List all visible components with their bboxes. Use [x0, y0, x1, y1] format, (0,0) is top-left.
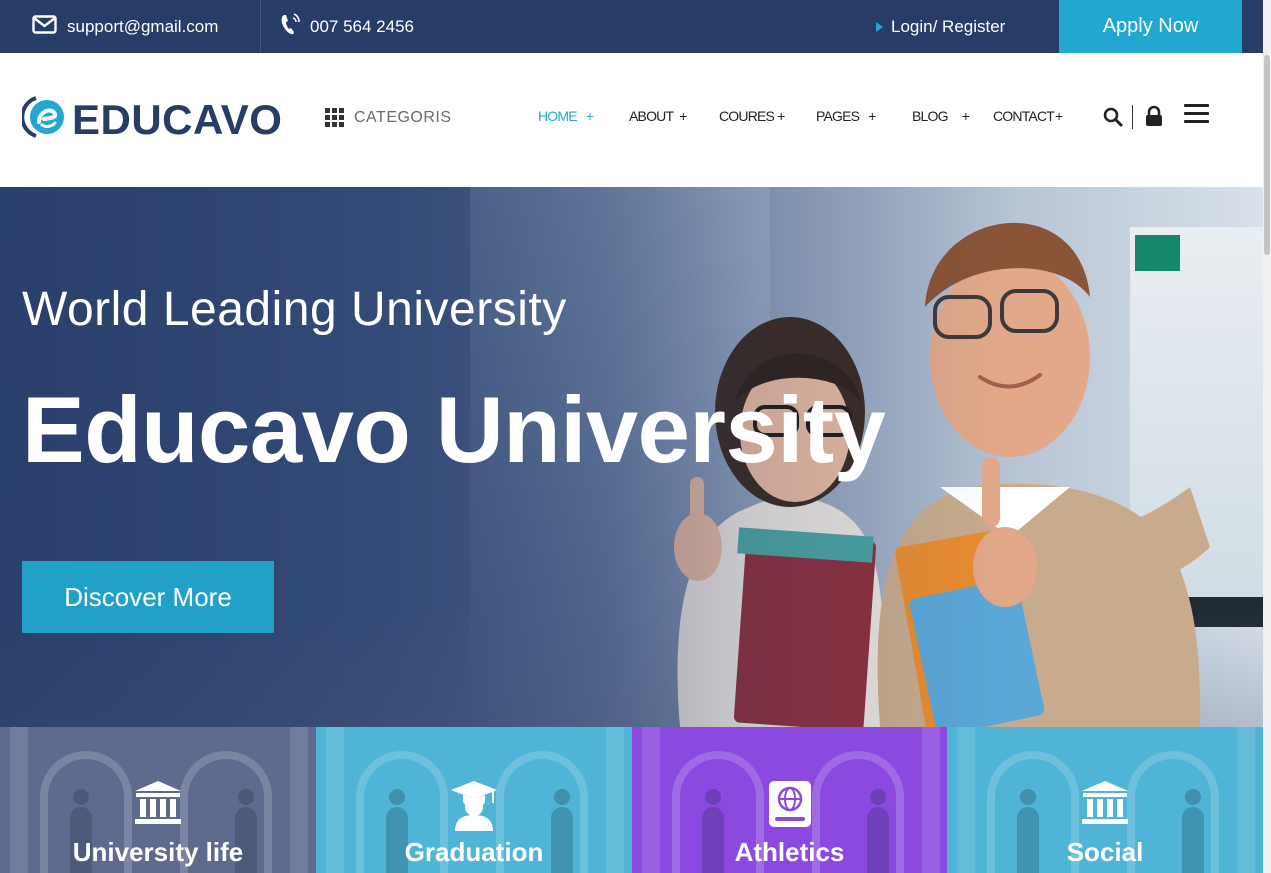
tile-person-head	[1020, 789, 1036, 805]
tile-person-head	[870, 789, 886, 805]
discover-more-button[interactable]: Discover More	[22, 561, 274, 633]
support-phone[interactable]: 007 564 2456	[280, 0, 414, 53]
nav-about[interactable]: ABOUT +	[629, 108, 687, 124]
feature-athletics[interactable]: Athletics	[632, 727, 947, 873]
logo-text: EDUCAVO	[72, 95, 283, 143]
tile-person-head	[73, 789, 89, 805]
tile-label: Graduation	[404, 837, 544, 867]
categories-label: CATEGORIS	[354, 108, 452, 126]
nav-blog-label: BLOG	[912, 108, 949, 124]
plus-icon: +	[679, 108, 688, 124]
categories-menu[interactable]: CATEGORIS	[325, 108, 452, 127]
nav-contact[interactable]: CONTACT+	[993, 108, 1063, 124]
envelope-icon	[32, 14, 57, 39]
search-icon[interactable]	[1103, 107, 1123, 132]
nav-about-label: ABOUT	[629, 108, 674, 124]
tile-label: Social	[1066, 837, 1144, 867]
hero-banner: World Leading University Educavo Univers…	[0, 187, 1263, 727]
topbar-divider	[260, 0, 261, 53]
scrollbar-thumb[interactable]	[1264, 55, 1270, 255]
lock-icon[interactable]	[1145, 105, 1163, 132]
nav-contact-label: CONTACT	[993, 108, 1055, 124]
tile-person-head	[389, 789, 405, 805]
tile-person-head	[554, 789, 570, 805]
grid-icon	[325, 108, 344, 127]
nav-pages[interactable]: PAGES +	[816, 108, 876, 124]
nav-pages-label: PAGES	[816, 108, 860, 124]
tile-label: University life	[72, 837, 244, 867]
university-icon	[133, 779, 183, 830]
plus-icon: +	[777, 108, 786, 124]
plus-icon: +	[868, 108, 877, 124]
feature-graduation[interactable]: Graduation	[316, 727, 632, 873]
hero-subtitle: World Leading University	[22, 283, 567, 336]
menu-hamburger-icon[interactable]	[1184, 103, 1210, 130]
graduation-icon	[449, 779, 499, 836]
nav-courses[interactable]: COURES +	[719, 108, 785, 124]
header-divider	[1132, 105, 1133, 129]
feature-social[interactable]: Social	[947, 727, 1263, 873]
nav-courses-label: COURES	[719, 108, 775, 124]
feature-university-life[interactable]: University life	[0, 727, 316, 873]
tile-label: Athletics	[734, 837, 845, 867]
login-text: Login/ Register	[891, 16, 1006, 36]
nav-home-label: HOME	[538, 108, 578, 124]
email-text: support@gmail.com	[67, 16, 219, 36]
university-icon	[1080, 779, 1130, 830]
tile-person-head	[238, 789, 254, 805]
apply-now-button[interactable]: Apply Now	[1059, 0, 1242, 53]
plus-icon: +	[585, 108, 594, 124]
phone-text: 007 564 2456	[310, 16, 414, 36]
plus-icon: +	[1055, 108, 1064, 124]
site-logo[interactable]: EDUCAVO	[20, 95, 283, 144]
tile-person-head	[1185, 789, 1201, 805]
logo-mark-icon	[20, 95, 66, 144]
login-register-link[interactable]: Login/ Register	[876, 0, 1005, 53]
book-globe-icon	[767, 779, 813, 836]
support-email[interactable]: support@gmail.com	[32, 0, 218, 53]
caret-right-icon	[876, 21, 883, 32]
page-scrollbar[interactable]	[1263, 0, 1271, 873]
nav-home[interactable]: HOME +	[538, 108, 594, 124]
main-header: EDUCAVO CATEGORIS HOME + ABOUT + COURES + P…	[0, 53, 1263, 187]
hero-title: Educavo University	[22, 377, 886, 482]
tile-person-head	[705, 789, 721, 805]
top-bar: support@gmail.com 007 564 2456 Login/ Re…	[0, 0, 1263, 53]
phone-icon	[280, 12, 300, 41]
nav-blog[interactable]: BLOG +	[912, 108, 970, 124]
plus-icon: +	[961, 108, 970, 124]
